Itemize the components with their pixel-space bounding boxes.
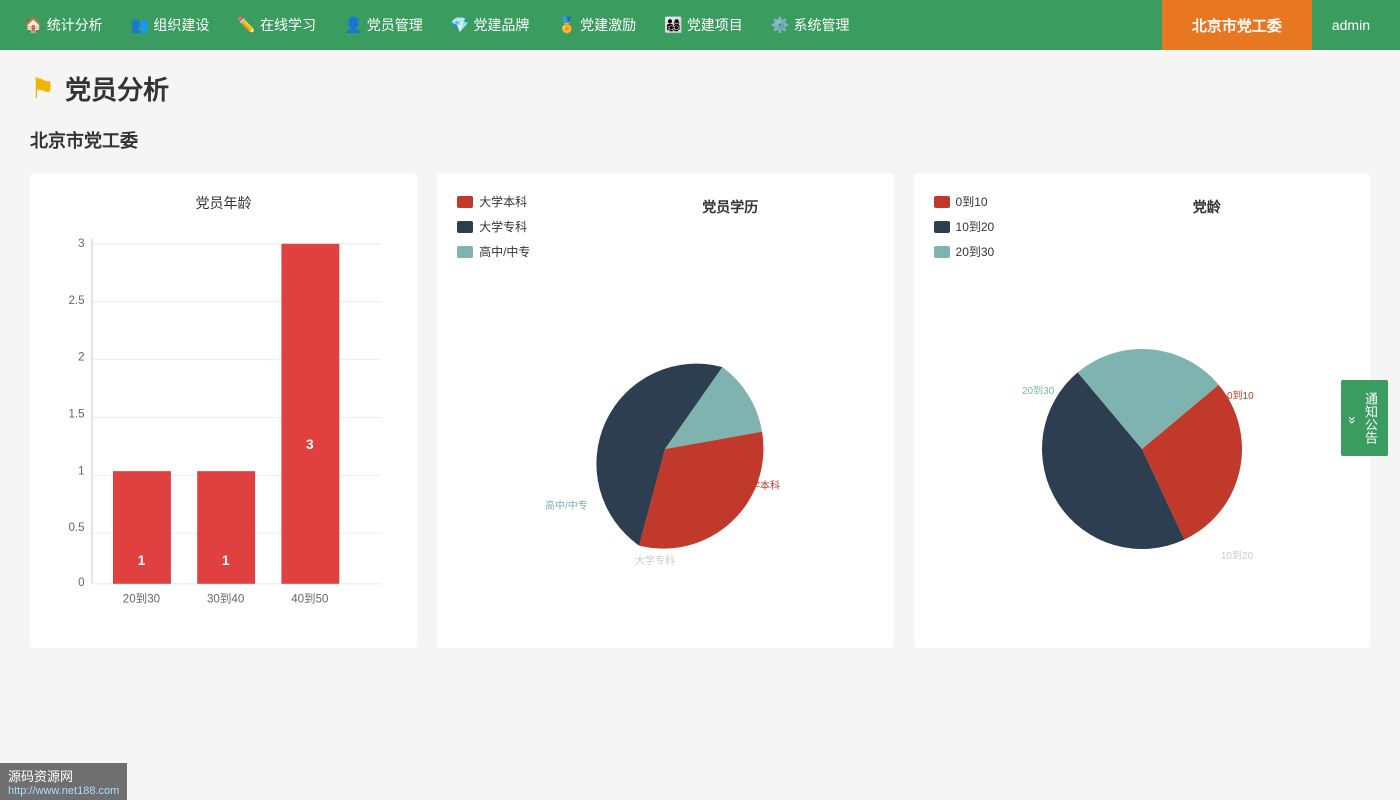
nav-item-activity[interactable]: 🏅 党建激励 [543, 0, 650, 50]
svg-text:大学本科: 大学本科 [740, 479, 780, 492]
page-title: 党员分析 [65, 70, 169, 107]
legend-label-10-20: 10到20 [956, 218, 995, 235]
nav-label-stats: 统计分析 [47, 15, 103, 35]
legend-item-college: 大学专科 [457, 218, 547, 235]
education-pie-svg-area: 大学本科 高中/中专 大学专科 [457, 270, 873, 628]
svg-text:0: 0 [78, 577, 84, 589]
legend-label-undergrad: 大学本科 [479, 193, 527, 210]
svg-text:1: 1 [138, 553, 146, 568]
nav-item-org[interactable]: 👥 组织建设 [117, 0, 224, 50]
nav-item-member[interactable]: 👤 党员管理 [330, 0, 437, 50]
nav-item-brand[interactable]: 💎 党建品牌 [437, 0, 544, 50]
party-emblem-icon: ⚑ [30, 72, 55, 105]
bar-chart-box: 党员年龄 3 2.5 2 1.5 1 0.5 0 [30, 173, 417, 648]
svg-text:1.5: 1.5 [69, 408, 85, 420]
party-age-svg-area: 0到10 10到20 20到30 [934, 270, 1350, 628]
notice-label: 通知公告 [1361, 392, 1380, 444]
nav-label-system: 系统管理 [794, 15, 850, 35]
svg-text:高中/中专: 高中/中专 [545, 499, 588, 512]
legend-color-20-30 [934, 246, 950, 258]
party-age-pie-svg: 0到10 10到20 20到30 [1002, 309, 1282, 589]
system-icon: ⚙️ [771, 16, 790, 34]
legend-color-undergrad [457, 196, 473, 208]
legend-item-highschool: 高中/中专 [457, 243, 547, 260]
nav-label-brand: 党建品牌 [473, 15, 529, 35]
bar-chart-title: 党员年龄 [50, 193, 397, 213]
main-content: ⚑ 党员分析 北京市党工委 党员年龄 3 2.5 2 1.5 1 0.5 0 [0, 50, 1400, 800]
nav-item-stats[interactable]: 🏠 统计分析 [10, 0, 117, 50]
education-pie-header: 大学本科 大学专科 高中/中专 党员学历 [457, 193, 873, 260]
party-age-pie-header: 0到10 10到20 20到30 党龄 [934, 193, 1350, 260]
legend-item-10-20: 10到20 [934, 218, 1024, 235]
legend-color-10-20 [934, 221, 950, 233]
svg-text:1: 1 [78, 465, 84, 477]
svg-text:1: 1 [222, 553, 230, 568]
svg-text:40到50: 40到50 [291, 593, 328, 606]
svg-text:0.5: 0.5 [69, 522, 85, 534]
brand-icon: 💎 [451, 16, 470, 34]
legend-color-college [457, 221, 473, 233]
watermark: 源码资源网 http://www.net188.com [0, 763, 127, 800]
svg-text:30到40: 30到40 [207, 593, 244, 606]
party-age-legend: 0到10 10到20 20到30 [934, 193, 1024, 260]
member-icon: 👤 [344, 16, 363, 34]
navbar: 🏠 统计分析 👥 组织建设 ✏️ 在线学习 👤 党员管理 💎 党建品牌 🏅 党建… [0, 0, 1400, 50]
section-header: 北京市党工委 [30, 127, 1370, 153]
nav-label-member: 党员管理 [367, 15, 423, 35]
party-age-pie-box: 0到10 10到20 20到30 党龄 [914, 173, 1370, 648]
svg-text:3: 3 [306, 437, 314, 452]
legend-item-20-30: 20到30 [934, 243, 1024, 260]
activity-icon: 🏅 [557, 16, 576, 34]
svg-text:大学专科: 大学专科 [635, 554, 675, 567]
nav-label-activity: 党建激励 [580, 15, 636, 35]
notice-arrow-icon: » [1345, 416, 1361, 424]
bar-chart-svg: 3 2.5 2 1.5 1 0.5 0 [50, 228, 397, 628]
svg-text:20到30: 20到30 [123, 593, 160, 606]
watermark-url: http://www.net188.com [8, 785, 119, 797]
svg-text:20到30: 20到30 [1022, 385, 1055, 397]
legend-item-0-10: 0到10 [934, 193, 1024, 210]
svg-text:2: 2 [78, 352, 84, 364]
admin-label[interactable]: admin [1312, 17, 1390, 33]
legend-color-highschool [457, 246, 473, 258]
svg-text:3: 3 [78, 238, 84, 250]
study-icon: ✏️ [237, 16, 256, 34]
nav-label-study: 在线学习 [260, 15, 316, 35]
bar-chart-area: 3 2.5 2 1.5 1 0.5 0 [50, 228, 397, 628]
legend-label-20-30: 20到30 [956, 243, 995, 260]
nav-label-org: 组织建设 [153, 15, 209, 35]
org-icon: 👥 [131, 16, 150, 34]
legend-label-0-10: 0到10 [956, 193, 988, 210]
education-legend: 大学本科 大学专科 高中/中专 [457, 193, 547, 260]
education-pie-title: 党员学历 [587, 193, 873, 260]
svg-text:2.5: 2.5 [69, 295, 85, 307]
svg-text:10到20: 10到20 [1221, 550, 1254, 562]
party-age-pie-title: 党龄 [1064, 193, 1350, 260]
bar-3 [281, 244, 339, 584]
project-icon: 👨‍👩‍👧‍👦 [664, 16, 683, 34]
education-pie-box: 大学本科 大学专科 高中/中专 党员学历 [437, 173, 893, 648]
legend-color-0-10 [934, 196, 950, 208]
org-name[interactable]: 北京市党工委 [1162, 0, 1312, 50]
legend-label-college: 大学专科 [479, 218, 527, 235]
nav-item-project[interactable]: 👨‍👩‍👧‍👦 党建项目 [650, 0, 757, 50]
notice-tab[interactable]: 通知公告 » [1341, 380, 1388, 456]
watermark-text: 源码资源网 [8, 766, 119, 785]
page-title-row: ⚑ 党员分析 [30, 70, 1370, 107]
legend-label-highschool: 高中/中专 [479, 243, 530, 260]
education-pie-svg: 大学本科 高中/中专 大学专科 [525, 309, 805, 589]
nav-label-project: 党建项目 [687, 15, 743, 35]
legend-item-undergrad: 大学本科 [457, 193, 547, 210]
nav-item-online-study[interactable]: ✏️ 在线学习 [223, 0, 330, 50]
nav-item-system[interactable]: ⚙️ 系统管理 [757, 0, 864, 50]
stats-icon: 🏠 [24, 16, 43, 34]
svg-text:0到10: 0到10 [1227, 390, 1254, 402]
charts-container: 党员年龄 3 2.5 2 1.5 1 0.5 0 [30, 173, 1370, 648]
nav-items: 🏠 统计分析 👥 组织建设 ✏️ 在线学习 👤 党员管理 💎 党建品牌 🏅 党建… [10, 0, 1162, 50]
